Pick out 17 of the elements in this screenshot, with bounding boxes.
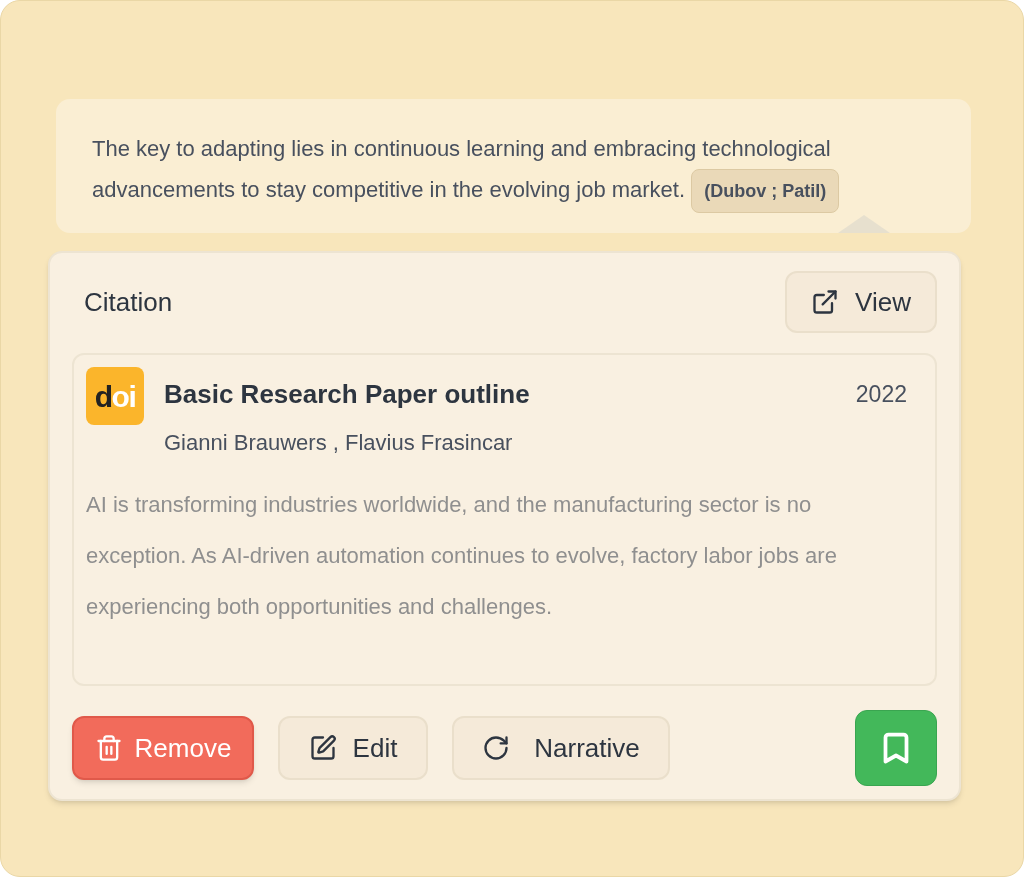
source-abstract: AI is transforming industries worldwide, and the manufacturing sector is no exception. As AI-driven automation continues to evolve, factory labor jobs are experiencing both opportunities and challenges.	[86, 491, 838, 621]
source-title: Basic Research Paper outline	[164, 378, 530, 411]
citation-tag[interactable]: (Dubov ; Patil)	[691, 169, 840, 213]
source-authors: Gianni Brauwers , Flavius Frasincar	[164, 429, 514, 457]
quote-text: The key to adapting lies in continuous learning and embracing technological advancements to stay competitive in the evolving job market. (Dubov ; Patil)	[92, 129, 935, 213]
edit-button[interactable]: Edit	[278, 716, 428, 780]
circular-arrow-icon	[482, 734, 511, 762]
source-year: 2022	[855, 380, 907, 410]
trash-icon	[94, 734, 123, 762]
view-button[interactable]: View	[785, 271, 937, 333]
narrative-button[interactable]: Narrative	[452, 716, 670, 780]
external-link-icon	[811, 288, 840, 316]
doi-logo: doi	[86, 367, 144, 425]
bookmark-button[interactable]	[855, 710, 937, 786]
pointer-arrow	[838, 215, 890, 233]
pencil-square-icon	[308, 734, 337, 762]
card-title: Citation	[83, 285, 173, 319]
